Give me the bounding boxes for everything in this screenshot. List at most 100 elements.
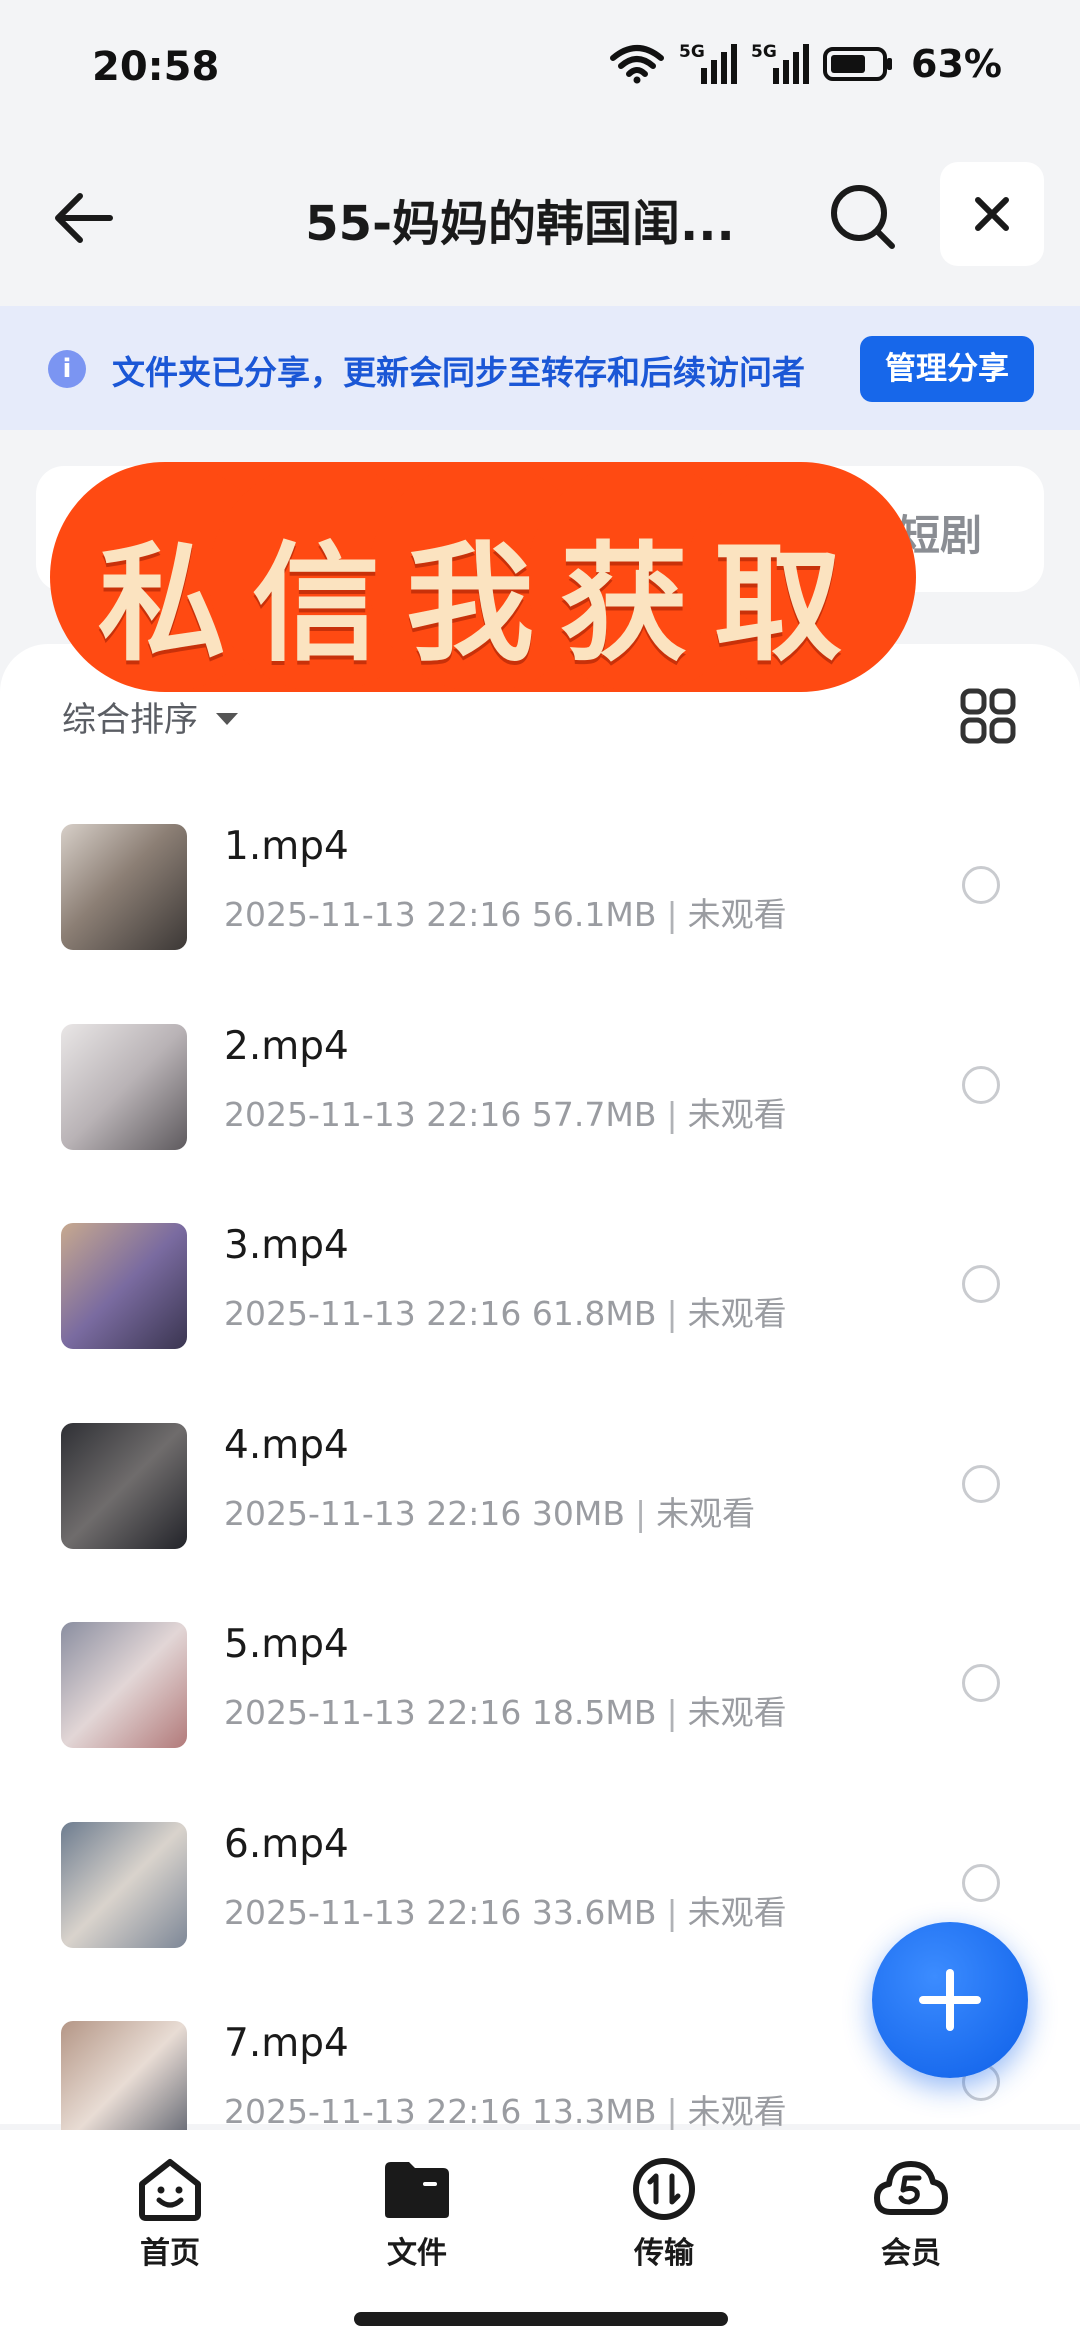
close-button[interactable] xyxy=(940,162,1044,266)
file-size: 56.1MB xyxy=(531,895,657,934)
manage-share-button[interactable]: 管理分享 xyxy=(860,336,1034,402)
tab-label: 首页 xyxy=(140,2236,200,2271)
meta-separator: | xyxy=(666,2092,678,2131)
video-thumbnail xyxy=(61,2021,187,2147)
file-row[interactable]: 1.mp4 2025-11-13 22:16 56.1MB | 未观看 xyxy=(0,794,1080,994)
tab-label: 文件 xyxy=(387,2236,447,2271)
file-size: 18.5MB xyxy=(531,1693,657,1732)
page-title: 55-妈妈的韩国闺... xyxy=(305,196,735,252)
file-name: 5.mp4 xyxy=(224,1622,349,1667)
battery-icon xyxy=(823,47,893,81)
promo-text: 私信我获取 xyxy=(97,529,868,679)
share-notice-bar: i 文件夹已分享，更新会同步至转存和后续访问者 管理分享 xyxy=(0,306,1080,430)
tab-label: 会员 xyxy=(881,2236,941,2271)
tab-vip[interactable]: 会员 xyxy=(841,2156,981,2272)
vip-cloud-icon xyxy=(874,2161,948,2215)
video-thumbnail xyxy=(61,1223,187,1349)
grid-view-icon xyxy=(960,688,1016,744)
file-row[interactable]: 3.mp4 2025-11-13 22:16 61.8MB | 未观看 xyxy=(0,1193,1080,1393)
file-name: 1.mp4 xyxy=(224,824,349,869)
watch-status: 未观看 xyxy=(656,1493,756,1533)
file-size: 57.7MB xyxy=(531,1094,657,1134)
file-date: 2025-11-13 22:16 xyxy=(224,1693,522,1732)
file-size: 30MB xyxy=(531,1493,625,1533)
file-list-panel: 综合排序 1.mp4 2025-11-13 22:16 56.1MB | 未观看 2… xyxy=(0,644,1080,2147)
select-radio[interactable] xyxy=(962,866,1000,904)
video-thumbnail xyxy=(61,824,187,950)
file-row[interactable]: 4.mp4 2025-11-13 22:16 30MB | 未观看 xyxy=(0,1393,1080,1593)
watch-status: 未观看 xyxy=(687,1294,787,1333)
file-name: 4.mp4 xyxy=(224,1422,349,1468)
file-size: 33.6MB xyxy=(531,1892,657,1932)
signal-5g-icon-1: 5G xyxy=(679,42,738,86)
file-date: 2025-11-13 22:16 xyxy=(224,2092,522,2131)
video-thumbnail xyxy=(61,1422,187,1549)
signal-5g-icon-2: 5G xyxy=(751,42,810,86)
watch-status: 未观看 xyxy=(687,895,787,934)
video-thumbnail xyxy=(61,1622,187,1748)
file-date: 2025-11-13 22:16 xyxy=(224,1493,522,1533)
grid-view-button[interactable] xyxy=(960,688,1016,744)
select-radio[interactable] xyxy=(962,1265,1000,1303)
file-meta: 2025-11-13 22:16 57.7MB | 未观看 xyxy=(224,1088,787,1136)
file-name: 2.mp4 xyxy=(224,1023,349,1069)
search-icon xyxy=(831,185,895,249)
file-meta: 2025-11-13 22:16 61.8MB | 未观看 xyxy=(224,1287,787,1335)
select-radio[interactable] xyxy=(962,1664,1000,1702)
select-radio[interactable] xyxy=(962,1065,1000,1104)
select-radio[interactable] xyxy=(962,1863,1000,1902)
video-thumbnail xyxy=(61,1023,187,1150)
file-date: 2025-11-13 22:16 xyxy=(224,895,522,934)
meta-separator: | xyxy=(666,895,678,934)
file-meta: 2025-11-13 22:16 33.6MB | 未观看 xyxy=(224,1886,787,1934)
promo-banner: 私信我获取 xyxy=(50,462,916,692)
video-thumbnail xyxy=(61,1821,187,1948)
meta-separator: | xyxy=(634,1493,647,1533)
watch-status: 未观看 xyxy=(687,2092,787,2131)
battery-percent: 63% xyxy=(911,42,1002,86)
back-button[interactable] xyxy=(48,182,120,254)
select-radio[interactable] xyxy=(962,1464,1000,1503)
add-button[interactable] xyxy=(872,1922,1028,2078)
info-icon: i xyxy=(48,350,86,388)
file-name: 7.mp4 xyxy=(224,2021,349,2066)
back-arrow-icon xyxy=(55,193,113,243)
file-meta: 2025-11-13 22:16 30MB | 未观看 xyxy=(224,1487,755,1535)
meta-separator: | xyxy=(666,1693,678,1732)
watch-status: 未观看 xyxy=(687,1094,787,1134)
close-icon xyxy=(975,197,1009,231)
file-meta: 2025-11-13 22:16 56.1MB | 未观看 xyxy=(224,888,787,936)
watch-status: 未观看 xyxy=(687,1892,787,1932)
share-notice-text: 文件夹已分享，更新会同步至转存和后续访问者 xyxy=(112,353,805,392)
search-button[interactable] xyxy=(826,180,900,254)
meta-separator: | xyxy=(666,1094,678,1134)
tab-files[interactable]: 文件 xyxy=(347,2156,487,2272)
status-bar: 20:58 5G 5G 63% xyxy=(0,0,1080,140)
file-size: 61.8MB xyxy=(531,1294,657,1333)
file-name: 6.mp4 xyxy=(224,1821,349,1867)
file-date: 2025-11-13 22:16 xyxy=(224,1892,522,1932)
status-icons: 5G 5G 63% xyxy=(609,42,1002,86)
tab-transfer[interactable]: 传输 xyxy=(594,2156,734,2272)
sort-label: 综合排序 xyxy=(62,700,198,740)
nav-bar: 55-妈妈的韩国闺... xyxy=(0,150,1080,280)
file-row[interactable]: 2.mp4 2025-11-13 22:16 57.7MB | 未观看 xyxy=(0,994,1080,1194)
file-date: 2025-11-13 22:16 xyxy=(224,1094,522,1134)
file-date: 2025-11-13 22:16 xyxy=(224,1294,522,1333)
tab-home[interactable]: 首页 xyxy=(100,2156,240,2272)
file-meta: 2025-11-13 22:16 13.3MB | 未观看 xyxy=(224,2085,787,2133)
tab-label: 传输 xyxy=(634,2236,694,2271)
home-indicator[interactable] xyxy=(354,2312,728,2326)
sort-dropdown[interactable]: 综合排序 xyxy=(62,692,238,741)
file-meta: 2025-11-13 22:16 18.5MB | 未观看 xyxy=(224,1686,787,1734)
file-size: 13.3MB xyxy=(531,2092,657,2131)
wifi-icon xyxy=(610,45,665,84)
meta-separator: | xyxy=(666,1892,678,1932)
transfer-icon xyxy=(633,2158,695,2220)
status-time: 20:58 xyxy=(92,44,220,90)
watch-status: 未观看 xyxy=(687,1693,787,1732)
file-name: 3.mp4 xyxy=(224,1223,349,1268)
file-row[interactable]: 5.mp4 2025-11-13 22:16 18.5MB | 未观看 xyxy=(0,1592,1080,1792)
meta-separator: | xyxy=(666,1294,678,1333)
home-face-icon xyxy=(139,2159,201,2221)
